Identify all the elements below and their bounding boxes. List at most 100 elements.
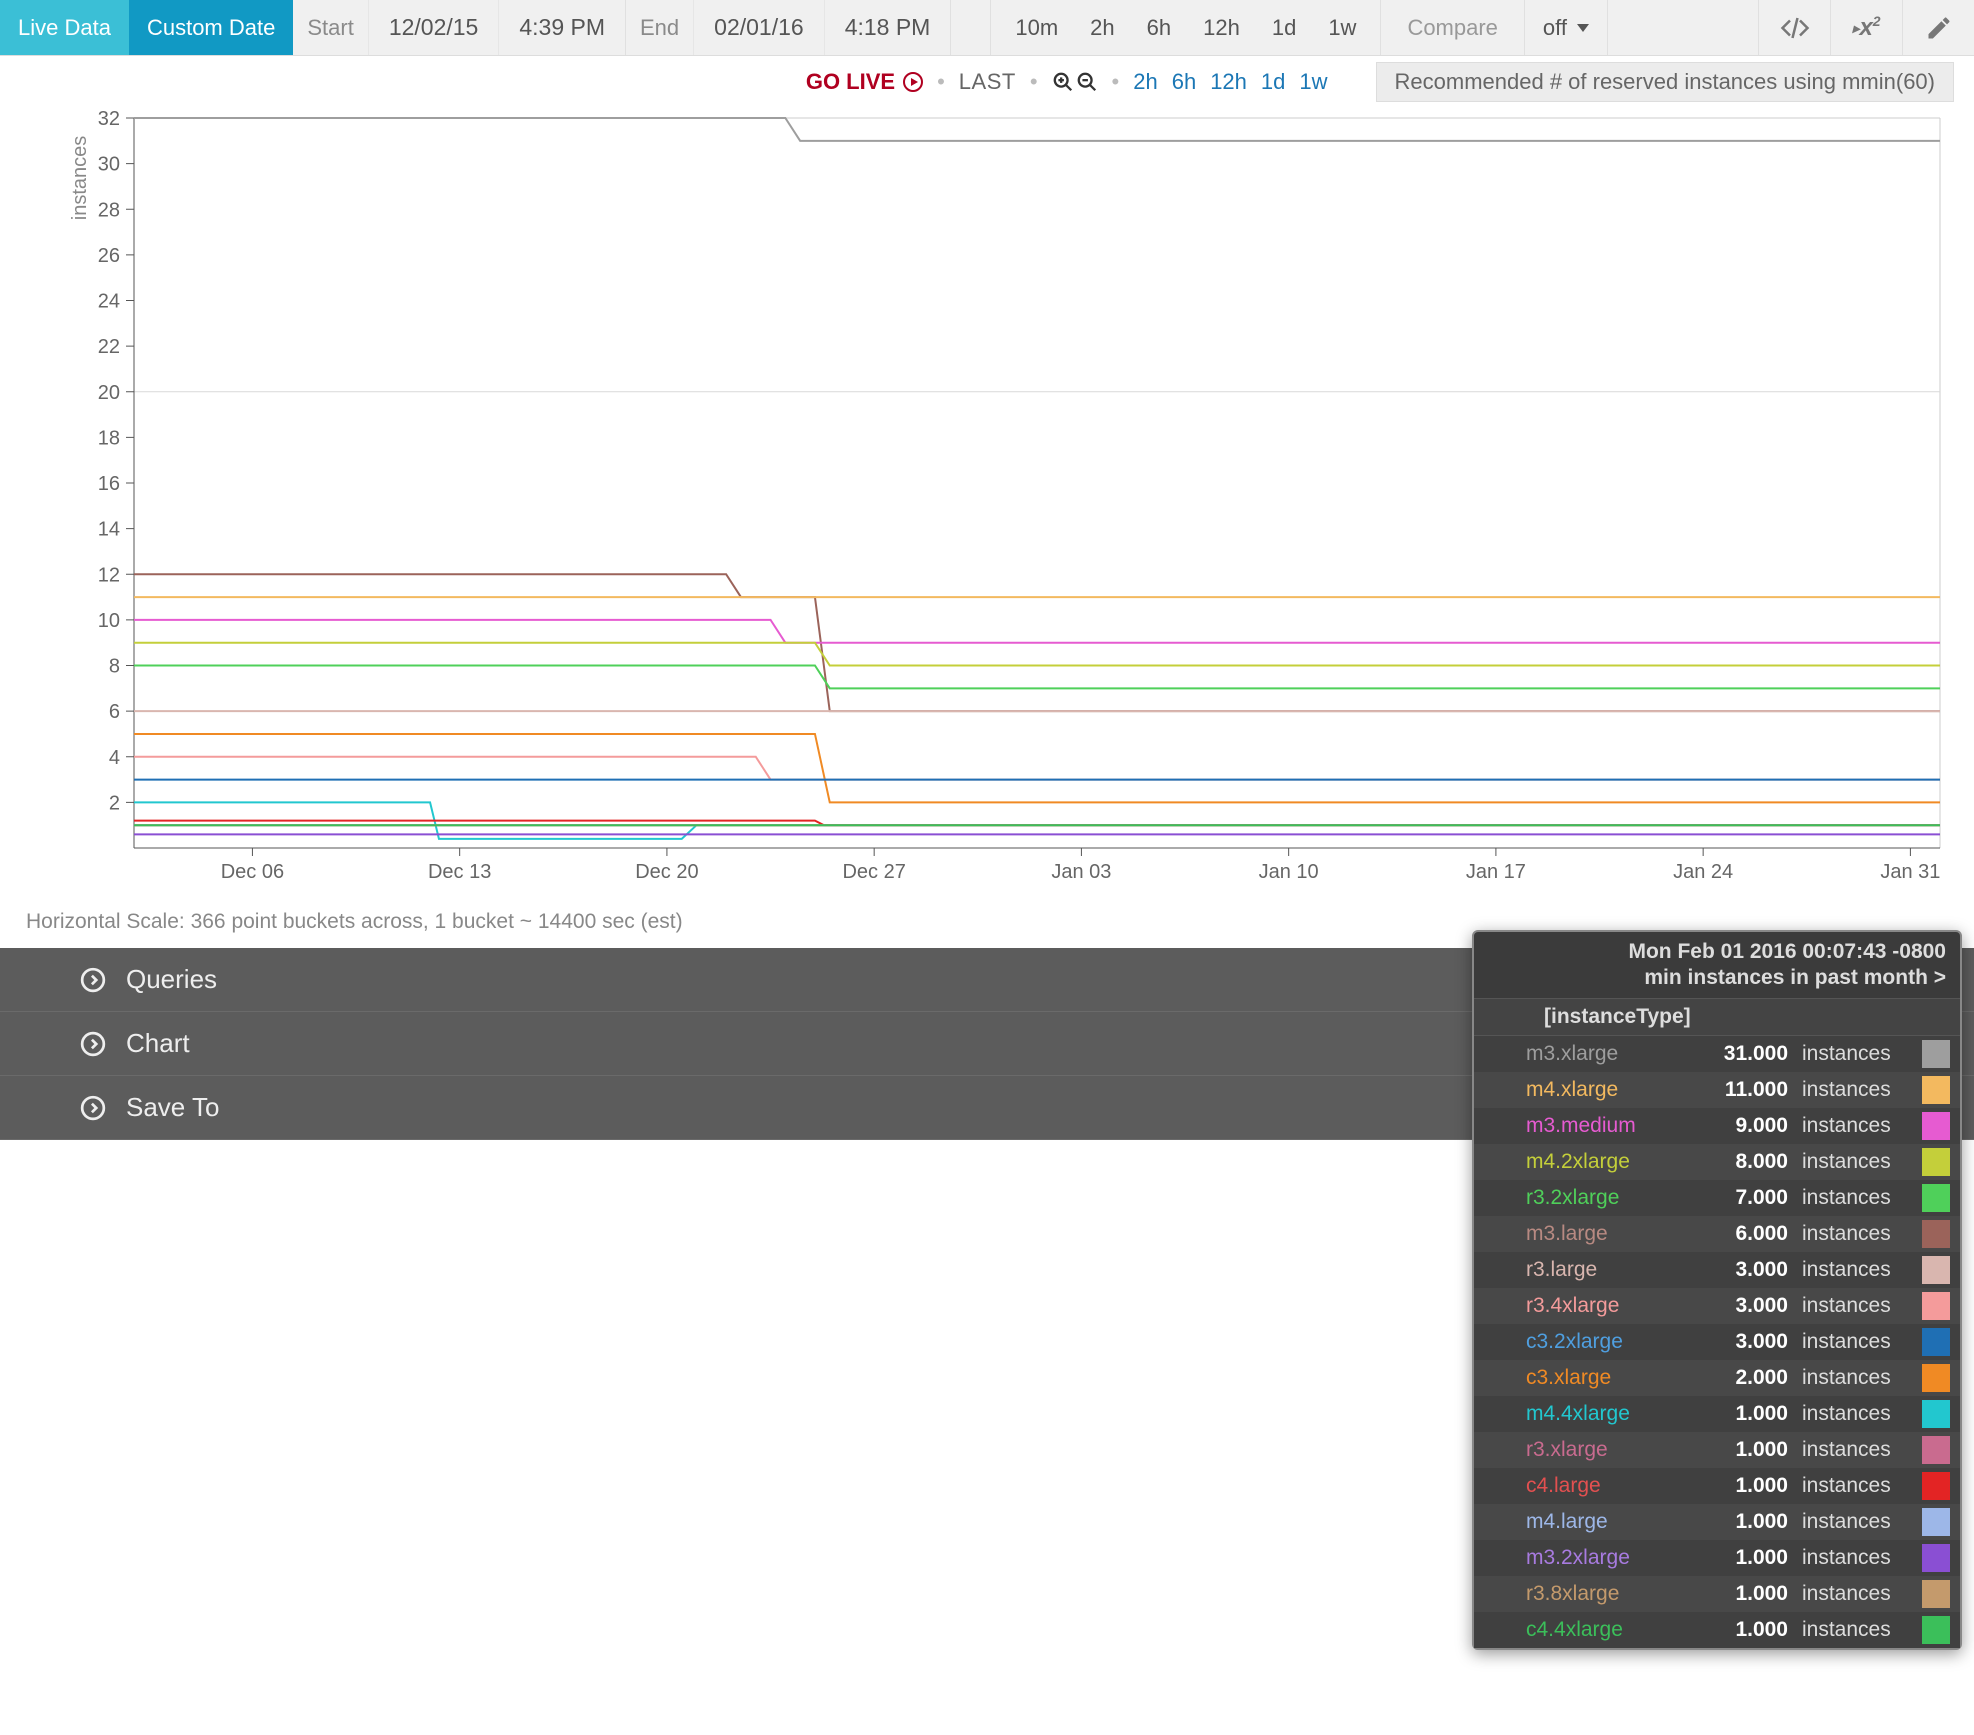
legend-row-c4.large[interactable]: c4.large1.000instances bbox=[1474, 1468, 1960, 1504]
end-date-input[interactable]: 02/01/16 bbox=[693, 0, 824, 55]
legend-row-m4.4xlarge[interactable]: m4.4xlarge1.000instances bbox=[1474, 1396, 1960, 1432]
quick-range-2h[interactable]: 2h bbox=[1133, 69, 1157, 95]
formula-icon-button[interactable]: ▸x2 bbox=[1830, 0, 1902, 55]
legend-series-name: c4.large bbox=[1526, 1474, 1694, 1498]
legend-series-name: c3.2xlarge bbox=[1526, 1330, 1694, 1354]
legend-row-m3.medium[interactable]: m3.medium9.000instances bbox=[1474, 1108, 1960, 1144]
code-icon bbox=[1780, 13, 1810, 43]
quick-range-1w[interactable]: 1w bbox=[1299, 69, 1327, 95]
svg-text:24: 24 bbox=[98, 291, 120, 313]
legend-series-value: 31.000 bbox=[1694, 1042, 1794, 1066]
edit-icon-button[interactable] bbox=[1902, 0, 1974, 55]
legend-row-m3.xlarge[interactable]: m3.xlarge31.000instances bbox=[1474, 1036, 1960, 1072]
legend-row-r3.2xlarge[interactable]: r3.2xlarge7.000instances bbox=[1474, 1180, 1960, 1216]
range-button-2h[interactable]: 2h bbox=[1074, 0, 1130, 55]
legend-row-c4.4xlarge[interactable]: c4.4xlarge1.000instances bbox=[1474, 1612, 1960, 1648]
legend-series-unit: instances bbox=[1794, 1438, 1914, 1462]
legend-color-swatch bbox=[1922, 1292, 1950, 1320]
end-time-input[interactable]: 4:18 PM bbox=[824, 0, 951, 55]
legend-series-name: c4.4xlarge bbox=[1526, 1618, 1694, 1642]
code-icon-button[interactable] bbox=[1758, 0, 1830, 55]
legend-row-r3.4xlarge[interactable]: r3.4xlarge3.000instances bbox=[1474, 1288, 1960, 1324]
legend-series-unit: instances bbox=[1794, 1186, 1914, 1210]
legend-series-name: m3.large bbox=[1526, 1222, 1694, 1246]
svg-text:instances: instances bbox=[69, 136, 91, 221]
quick-range-1d[interactable]: 1d bbox=[1261, 69, 1285, 95]
legend-rows: m3.xlarge31.000instancesm4.xlarge11.000i… bbox=[1474, 1036, 1960, 1648]
svg-text:4: 4 bbox=[109, 747, 120, 769]
legend-color-swatch bbox=[1922, 1472, 1950, 1500]
legend-series-unit: instances bbox=[1794, 1546, 1914, 1570]
legend-series-value: 9.000 bbox=[1694, 1114, 1794, 1138]
svg-text:30: 30 bbox=[98, 154, 120, 176]
legend-series-unit: instances bbox=[1794, 1258, 1914, 1282]
svg-text:Jan 03: Jan 03 bbox=[1051, 861, 1111, 883]
caret-down-icon bbox=[1577, 24, 1589, 32]
quick-range-links: 2h 6h 12h 1d 1w bbox=[1133, 69, 1327, 95]
legend-row-c3.xlarge[interactable]: c3.xlarge2.000instances bbox=[1474, 1360, 1960, 1396]
legend-color-swatch bbox=[1922, 1364, 1950, 1392]
tab-custom-date[interactable]: Custom Date bbox=[129, 0, 293, 55]
range-button-10m[interactable]: 10m bbox=[999, 0, 1074, 55]
legend-color-swatch bbox=[1922, 1184, 1950, 1212]
legend-row-r3.xlarge[interactable]: r3.xlarge1.000instances bbox=[1474, 1432, 1960, 1468]
legend-color-swatch bbox=[1922, 1148, 1950, 1176]
legend-series-value: 2.000 bbox=[1694, 1366, 1794, 1390]
legend-row-r3.8xlarge[interactable]: r3.8xlarge1.000instances bbox=[1474, 1576, 1960, 1612]
legend-color-swatch bbox=[1922, 1328, 1950, 1356]
arrow-right-circle-icon bbox=[80, 1031, 106, 1057]
go-live-button[interactable]: GO LIVE bbox=[806, 69, 923, 95]
svg-text:18: 18 bbox=[98, 427, 120, 449]
legend-series-value: 3.000 bbox=[1694, 1258, 1794, 1282]
legend-color-swatch bbox=[1922, 1220, 1950, 1248]
legend-series-name: r3.2xlarge bbox=[1526, 1186, 1694, 1210]
chart-subbar: GO LIVE • LAST • • 2h6h12h1d1w Recommend… bbox=[0, 56, 1974, 108]
compare-button[interactable]: Compare bbox=[1381, 0, 1524, 55]
range-button-1d[interactable]: 1d bbox=[1256, 0, 1312, 55]
legend-row-m3.2xlarge[interactable]: m3.2xlarge1.000instances bbox=[1474, 1540, 1960, 1576]
legend-row-m4.2xlarge[interactable]: m4.2xlarge8.000instances bbox=[1474, 1144, 1960, 1180]
separator-dot: • bbox=[937, 69, 945, 95]
legend-series-value: 3.000 bbox=[1694, 1294, 1794, 1318]
legend-row-m4.xlarge[interactable]: m4.xlarge11.000instances bbox=[1474, 1072, 1960, 1108]
legend-row-m4.large[interactable]: m4.large1.000instances bbox=[1474, 1504, 1960, 1540]
legend-series-name: m4.large bbox=[1526, 1510, 1694, 1534]
legend-series-unit: instances bbox=[1794, 1114, 1914, 1138]
series-r3.4xlarge bbox=[134, 757, 1940, 780]
quick-range-12h[interactable]: 12h bbox=[1210, 69, 1247, 95]
range-button-6h[interactable]: 6h bbox=[1131, 0, 1187, 55]
quick-range-6h[interactable]: 6h bbox=[1172, 69, 1196, 95]
legend-row-m3.large[interactable]: m3.large6.000instances bbox=[1474, 1216, 1960, 1252]
tab-live-data[interactable]: Live Data bbox=[0, 0, 129, 55]
arrow-right-circle-icon bbox=[80, 1095, 106, 1121]
line-chart[interactable]: 2468101214161820222426283032instancesDec… bbox=[24, 108, 1950, 898]
range-button-1w[interactable]: 1w bbox=[1312, 0, 1372, 55]
legend-series-unit: instances bbox=[1794, 1618, 1914, 1642]
compare-off-dropdown[interactable]: off bbox=[1525, 0, 1608, 55]
zoom-in-icon[interactable] bbox=[1052, 71, 1074, 93]
start-date-input[interactable]: 12/02/15 bbox=[368, 0, 499, 55]
range-button-12h[interactable]: 12h bbox=[1187, 0, 1256, 55]
start-time-input[interactable]: 4:39 PM bbox=[498, 0, 625, 55]
legend-color-swatch bbox=[1922, 1112, 1950, 1140]
chart-container: 2468101214161820222426283032instancesDec… bbox=[24, 108, 1950, 904]
svg-text:Dec 27: Dec 27 bbox=[842, 861, 905, 883]
legend-series-value: 1.000 bbox=[1694, 1582, 1794, 1606]
svg-text:Jan 17: Jan 17 bbox=[1466, 861, 1526, 883]
legend-series-value: 1.000 bbox=[1694, 1618, 1794, 1642]
legend-series-name: r3.xlarge bbox=[1526, 1438, 1694, 1462]
legend-series-value: 1.000 bbox=[1694, 1510, 1794, 1534]
legend-series-unit: instances bbox=[1794, 1474, 1914, 1498]
legend-color-swatch bbox=[1922, 1076, 1950, 1104]
legend-row-r3.large[interactable]: r3.large3.000instances bbox=[1474, 1252, 1960, 1288]
legend-series-name: m4.xlarge bbox=[1526, 1078, 1694, 1102]
legend-series-name: r3.4xlarge bbox=[1526, 1294, 1694, 1318]
series-c3.xlarge bbox=[134, 734, 1940, 802]
svg-text:28: 28 bbox=[98, 199, 120, 221]
svg-text:2: 2 bbox=[109, 792, 120, 814]
legend-row-c3.2xlarge[interactable]: c3.2xlarge3.000instances bbox=[1474, 1324, 1960, 1360]
series-r3.2xlarge bbox=[134, 666, 1940, 689]
zoom-out-icon[interactable] bbox=[1076, 71, 1098, 93]
svg-text:Jan 31: Jan 31 bbox=[1880, 861, 1940, 883]
svg-text:8: 8 bbox=[109, 656, 120, 678]
